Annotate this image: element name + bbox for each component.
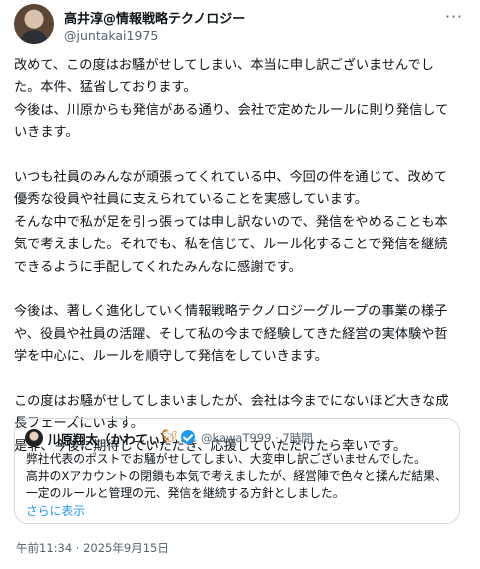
show-more-link[interactable]: さらに表示	[26, 502, 85, 519]
quoted-handle[interactable]: @kawaT999	[201, 431, 271, 445]
author-name[interactable]: 高井淳@情報戦略テクノロジー	[64, 8, 245, 27]
quoted-tweet-card[interactable]: 川原翔太（かわてぃ） 🐿 @kawaT999 · 7時間 弊社代表のポストでお騒…	[14, 418, 460, 524]
user-avatar-icon[interactable]	[14, 4, 54, 44]
quoted-line: 弊社代表のポストでお騒がせしてしまい、大変申し訳ございませんでした。	[26, 452, 426, 466]
author-handle[interactable]: @juntakai1975	[64, 28, 158, 43]
tweet-line: できるように手配してくれたみんなに感謝です。	[14, 259, 302, 275]
tweet-line: 今後は、著しく進化していく情報戦略テクノロジーグループの事業の様子	[14, 304, 448, 320]
meta-separator: ·	[275, 431, 279, 445]
tweet-line: や、役員や社員の活躍、そして私の今まで経験してきた経営の実体験や哲	[14, 326, 448, 342]
quoted-time[interactable]: 7時間	[282, 431, 312, 445]
tweet-timestamp[interactable]: 午前11:34 · 2025年9月15日	[16, 540, 169, 556]
tweet-line: そんな中で私が足を引っ張っては申し訳ないので、発信をやめることも本	[14, 214, 448, 230]
tweet-body: 改めて、この度はお騒がせしてしまい、本当に申し訳ございませんでし た。本件、猛省…	[14, 55, 469, 481]
more-options-icon[interactable]: ···	[442, 9, 466, 28]
quoted-text: 弊社代表のポストでお騒がせしてしまい、大変申し訳ございませんでした。 高井のXア…	[26, 451, 451, 502]
tweet-line: た。本件、猛省しております。	[14, 80, 197, 96]
tweet-line: 気で考えました。それでも、私を信じて、ルール化することで発信を継続	[14, 237, 448, 253]
tweet-line: いきます。	[14, 125, 79, 141]
tweet-paragraph-3: 今後は、著しく進化していく情報戦略テクノロジーグループの事業の様子 や、役員や社…	[14, 301, 469, 368]
tweet-line: いつも社員のみんなが頑張ってくれている中、今回の件を通じて、改めて	[14, 170, 448, 186]
quoted-line: 一定のルールと管理の元、発信を継続する方針としました。	[26, 486, 345, 500]
tweet-line: 優秀な役員や社員に支えられていることを実感しています。	[14, 192, 368, 208]
tweet-line: 学を中心に、ルールを順守して発信をしていきます。	[14, 349, 328, 365]
avatar-shoulders	[20, 30, 48, 44]
quoted-avatar-icon[interactable]	[25, 429, 43, 447]
tweet-paragraph-2: いつも社員のみんなが頑張ってくれている中、今回の件を通じて、改めて 優秀な役員や…	[14, 167, 469, 279]
squirrel-emoji-icon: 🐿	[161, 429, 178, 444]
quoted-line: 高井のXアカウントの閉鎖も本気で考えましたが、経営陣で色々と揉んだ結果、	[26, 469, 447, 483]
tweet-line: 今後は、川原からも発信がある通り、会社で定めたルールに則り発信して	[14, 102, 449, 118]
tweet-header: 高井淳@情報戦略テクノロジー @juntakai1975 ···	[14, 4, 466, 48]
tweet: 高井淳@情報戦略テクノロジー @juntakai1975 ··· 改めて、この度…	[0, 0, 480, 569]
quoted-author-name[interactable]: 川原翔太（かわてぃ）	[48, 429, 173, 448]
quoted-meta: @kawaT999 · 7時間	[201, 430, 313, 446]
tweet-line: この度はお騒がせしてしまいましたが、会社は今までにないほど大きな成	[14, 394, 449, 410]
tweet-paragraph-1: 改めて、この度はお騒がせしてしまい、本当に申し訳ございませんでし た。本件、猛省…	[14, 55, 469, 145]
tweet-line: 改めて、この度はお騒がせしてしまい、本当に申し訳ございませんでし	[14, 58, 434, 73]
verified-badge-icon	[181, 430, 195, 444]
